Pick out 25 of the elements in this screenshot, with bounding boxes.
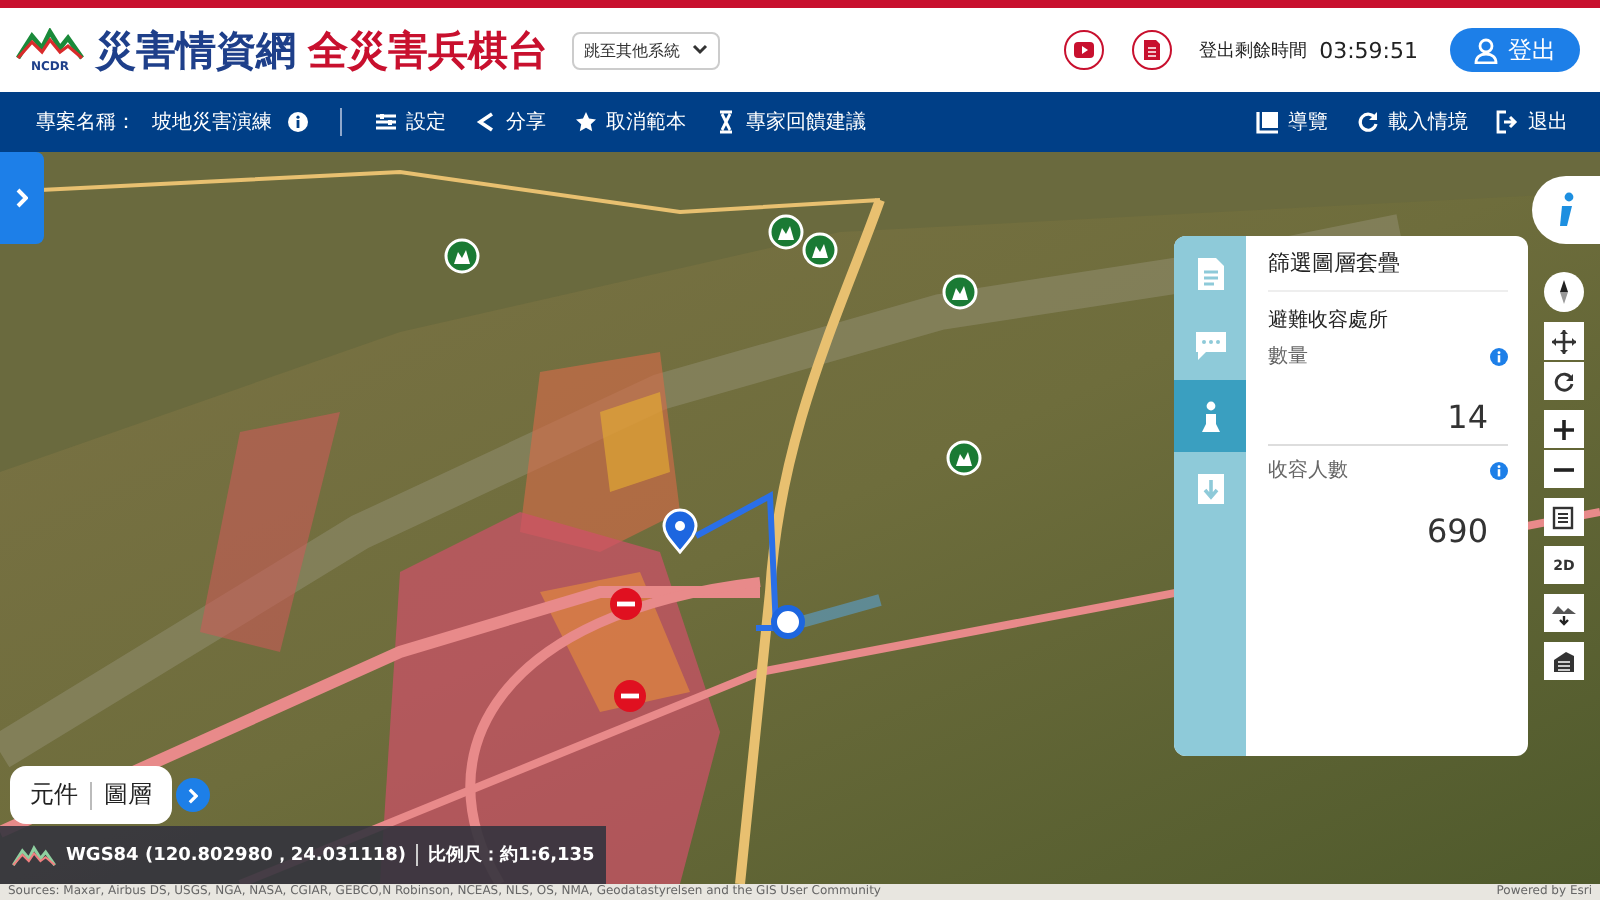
- toolbar-button[interactable]: 設定: [374, 108, 446, 136]
- toolbar-button[interactable]: 載入情境: [1356, 108, 1468, 136]
- panel-title: 篩選圖層套疊: [1268, 248, 1508, 292]
- project-label: 專案名稱：: [36, 109, 136, 136]
- metric-value: 690: [1424, 512, 1490, 550]
- logout-button[interactable]: 登出: [1450, 28, 1580, 72]
- metric-label: 數量: [1268, 344, 1308, 370]
- countdown-time: 03:59:51: [1319, 37, 1418, 63]
- section-heading: 避難收容處所: [1268, 307, 1390, 334]
- map-scale: 比例尺：約1:6,135: [427, 842, 595, 868]
- toolbar-button[interactable]: 導覽: [1256, 108, 1328, 136]
- site-title: 災害情資網: [96, 23, 296, 77]
- toolbar-button[interactable]: 分享: [474, 108, 546, 136]
- system-select[interactable]: 跳至其他系統: [572, 31, 720, 69]
- metric-label: 收容人數: [1268, 457, 1348, 484]
- toolbar-button[interactable]: 專家回饋建議: [714, 108, 866, 136]
- toolbar-button[interactable]: 退出: [1496, 108, 1568, 136]
- toolbar-button[interactable]: 取消範本: [574, 108, 686, 136]
- countdown-label: 登出剩餘時間: [1199, 39, 1308, 63]
- toggle-item[interactable]: 元件: [30, 778, 78, 812]
- metric-value: 14: [1445, 398, 1490, 436]
- coordinates: WGS84 (120.802980，24.031118): [66, 844, 406, 868]
- project-name: 坡地災害演練: [152, 109, 272, 136]
- app-title: 全災害兵棋台: [308, 23, 548, 77]
- toggle-item[interactable]: 圖層: [104, 778, 152, 812]
